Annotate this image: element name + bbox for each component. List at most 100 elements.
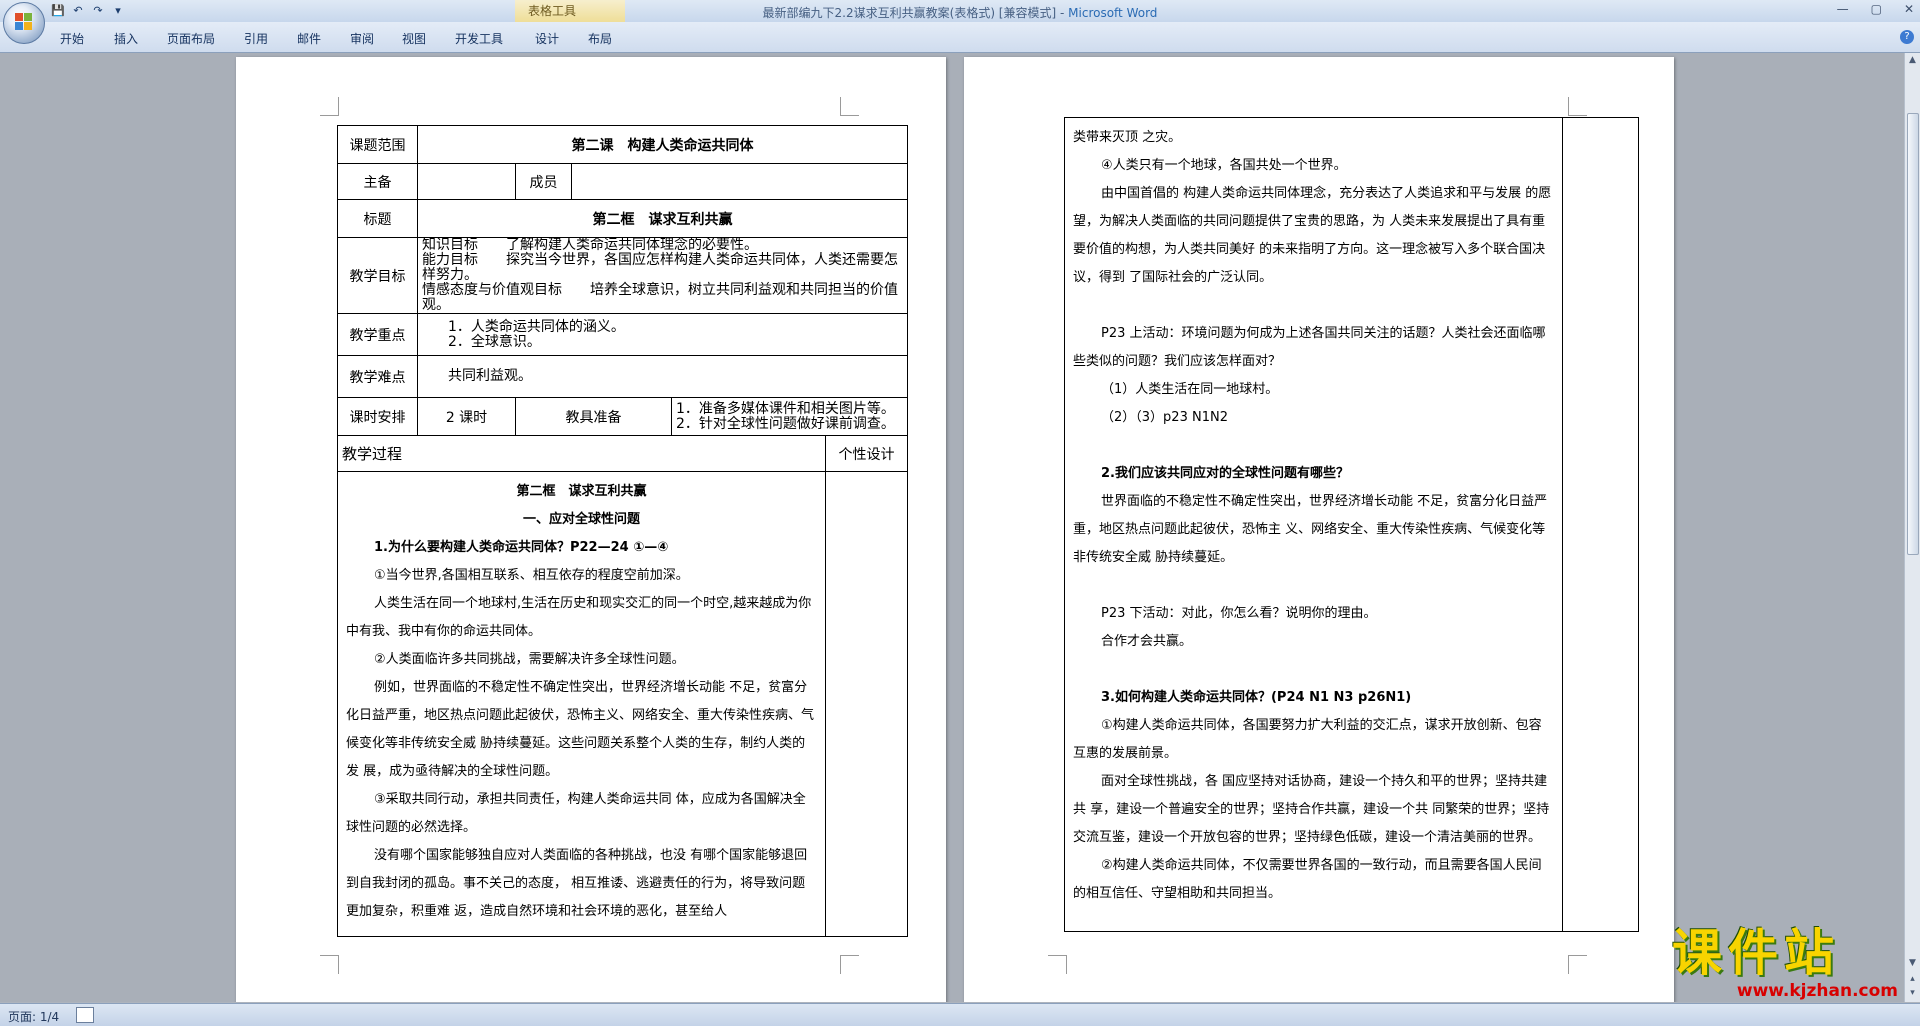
paragraph[interactable]: 类带来灭顶 之灾。 [1073, 124, 1554, 152]
title-bar: 💾 ↶ ↷ ▾ 最新部编九下2.2谋求互利共赢教案(表格式) [兼容模式] - … [0, 0, 1920, 22]
margin-mark [1568, 97, 1587, 116]
paragraph[interactable]: ①当今世界,各国相互联系、相互依存的程度空前加深。 [346, 562, 817, 590]
members-value[interactable] [570, 163, 909, 200]
process-body-continued: 类带来灭顶 之灾。 ④人类只有一个地球，各国共处一个世界。 由中国首倡的 构建人类命… [1071, 120, 1556, 908]
table-row: 教学目标 知识目标 了解构建人类命运共同体理念的必要性。 能力目标 探究当今世界… [337, 237, 909, 314]
objectives-label[interactable]: 教学目标 [337, 237, 418, 314]
lead-preparer-label[interactable]: 主备 [337, 163, 418, 200]
objective-knowledge: 知识目标 了解构建人类命运共同体理念的必要性。 [422, 237, 758, 253]
difficulty-label[interactable]: 教学难点 [337, 355, 418, 398]
paragraph[interactable]: 面对全球性挑战，各 国应坚持对话协商，建设一个持久和平的世界；坚持共建共 享，建… [1073, 768, 1554, 852]
table-row: 类带来灭顶 之灾。 ④人类只有一个地球，各国共处一个世界。 由中国首倡的 构建人类命… [1064, 117, 1639, 932]
paragraph[interactable]: P23 上活动：环境问题为何成为上述各国共同关注的话题？人类社会还面临哪些类似的… [1073, 320, 1554, 376]
next-page-icon[interactable]: ▾ [1905, 988, 1920, 1002]
paragraph[interactable]: 人类生活在同一个地球村,生活在历史和现实交汇的同一个时空,越来越成为你中有我、我… [346, 590, 817, 646]
proofing-status-icon[interactable] [76, 1007, 94, 1023]
key-point-2: 2．全球意识。 [448, 333, 541, 350]
table-row: 教学过程 个性设计 [337, 435, 909, 472]
paragraph[interactable]: ①构建人类命运共同体，各国要努力扩大利益的交汇点，谋求开放创新、包容互惠的发展前… [1073, 712, 1554, 768]
paragraph[interactable]: ③采取共同行动，承担共同责任，构建人类命运共同 体，应成为各国解决全球性问题的必… [346, 786, 817, 842]
paragraph[interactable]: 没有哪个国家能够独自应对人类面临的各种挑战，也没 有哪个国家能够退回到自我封闭的… [346, 842, 817, 926]
teaching-aids-label[interactable]: 教具准备 [515, 397, 672, 436]
paragraph[interactable]: 3.如何构建人类命运共同体？(P24 N1 N3 p26N1) [1073, 684, 1554, 712]
process-content[interactable]: 第二框 谋求互利共赢 一、应对全球性问题 1.为什么要构建人类命运共同体？P22—2… [337, 471, 826, 937]
help-icon[interactable]: ? [1900, 30, 1914, 44]
maximize-button[interactable]: ▢ [1871, 2, 1882, 16]
title-label[interactable]: 标题 [337, 199, 418, 238]
margin-mark [840, 955, 859, 974]
paragraph[interactable]: 1.为什么要构建人类命运共同体？P22—24 ①—④ [346, 534, 817, 562]
office-logo-icon [15, 13, 33, 31]
tab-developer[interactable]: 开发工具 [455, 30, 503, 47]
objectives-value[interactable]: 知识目标 了解构建人类命运共同体理念的必要性。 能力目标 探究当今世界，各国应怎… [416, 237, 909, 314]
paragraph[interactable]: （2）（3）p23 N1N2 [1073, 404, 1554, 432]
paragraph[interactable]: P23 下活动：对此，你怎么看？说明你的理由。 [1073, 600, 1554, 628]
members-label[interactable]: 成员 [515, 163, 572, 200]
tab-references[interactable]: 引用 [244, 30, 268, 47]
blank-paragraph[interactable] [1073, 432, 1554, 460]
tab-insert[interactable]: 插入 [114, 30, 138, 47]
document-workspace: 课题范围 第二课 构建人类命运共同体 主备 成员 标题 第二框 谋求互利共赢 教… [0, 53, 1905, 1002]
close-button[interactable]: ✕ [1904, 2, 1914, 16]
blank-paragraph[interactable] [1073, 292, 1554, 320]
document-name: 最新部编九下2.2谋求互利共赢教案(表格式) [兼容模式] [762, 6, 1057, 20]
blank-paragraph[interactable] [1073, 656, 1554, 684]
blank-paragraph[interactable] [1073, 572, 1554, 600]
lead-preparer-value[interactable] [417, 163, 516, 200]
process-content-continued[interactable]: 类带来灭顶 之灾。 ④人类只有一个地球，各国共处一个世界。 由中国首倡的 构建人类命… [1064, 117, 1563, 932]
paragraph[interactable]: 第二框 谋求互利共赢 [346, 478, 817, 506]
key-points-value[interactable]: 1．人类命运共同体的涵义。 2．全球意识。 [416, 313, 909, 356]
paragraph[interactable]: （1）人类生活在同一地球村。 [1073, 376, 1554, 404]
tab-view[interactable]: 视图 [402, 30, 426, 47]
key-points-label[interactable]: 教学重点 [337, 313, 418, 356]
personal-design-content-continued[interactable] [1562, 117, 1639, 932]
margin-mark [320, 97, 339, 116]
paragraph[interactable]: 一、应对全球性问题 [346, 506, 817, 534]
paragraph[interactable]: 例如，世界面临的不稳定性不确定性突出，世界经济增长动能 不足，贫富分化日益严重，… [346, 674, 817, 786]
schedule-value[interactable]: 2 课时 [417, 397, 516, 436]
paragraph[interactable]: ④人类只有一个地球，各国共处一个世界。 [1073, 152, 1554, 180]
paragraph[interactable]: 2.我们应该共同应对的全球性问题有哪些？ [1073, 460, 1554, 488]
process-label[interactable]: 教学过程 [337, 435, 826, 472]
process-body: 第二框 谋求互利共赢 一、应对全球性问题 1.为什么要构建人类命运共同体？P22—2… [344, 474, 819, 926]
teaching-aid-1: 1．准备多媒体课件和相关图片等。 [676, 400, 895, 417]
office-button[interactable] [3, 2, 45, 44]
previous-page-icon[interactable]: ▴ [1905, 974, 1920, 988]
ribbon-tab-bar: 开始 插入 页面布局 引用 邮件 审阅 视图 开发工具 设计 布局 ? [0, 22, 1920, 53]
app-name: Microsoft Word [1068, 6, 1158, 20]
paragraph[interactable]: ②构建人类命运共同体，不仅需要世界各国的一致行动，而且需要各国人民间的相互信任、… [1073, 852, 1554, 908]
table-row: 课时安排 2 课时 教具准备 1．准备多媒体课件和相关图片等。 2．针对全球性问… [337, 397, 909, 436]
paragraph[interactable]: 由中国首倡的 构建人类命运共同体理念，充分表达了人类追求和平与发展 的愿望，为解… [1073, 180, 1554, 292]
paragraph[interactable]: 世界面临的不稳定性不确定性突出，世界经济增长动能 不足，贫富分化日益严重，地区热… [1073, 488, 1554, 572]
scrollbar-thumb[interactable] [1907, 113, 1919, 555]
window-title: 最新部编九下2.2谋求互利共赢教案(表格式) [兼容模式] - Microsof… [762, 6, 1158, 20]
topic-value[interactable]: 第二课 构建人类命运共同体 [416, 125, 909, 164]
table-row: 课题范围 第二课 构建人类命运共同体 [337, 125, 909, 164]
personal-design-label[interactable]: 个性设计 [824, 435, 909, 472]
schedule-label[interactable]: 课时安排 [337, 397, 418, 436]
objective-attitude: 情感态度与价值观目标 培养全球意识，树立共同利益观和共同担当的价值观。 [422, 282, 898, 313]
tab-design[interactable]: 设计 [535, 30, 559, 47]
minimize-button[interactable]: — [1837, 2, 1849, 16]
teaching-aid-2: 2．针对全球性问题做好课前调查。 [676, 415, 895, 432]
tab-home[interactable]: 开始 [60, 30, 84, 47]
scroll-down-icon[interactable]: ▼ [1905, 958, 1920, 972]
vertical-scrollbar[interactable]: ▲ ▼ ▴ ▾ [1904, 53, 1920, 1002]
personal-design-content[interactable] [824, 471, 909, 937]
topic-label[interactable]: 课题范围 [337, 125, 418, 164]
difficulty-value[interactable]: 共同利益观。 [416, 355, 909, 398]
lesson-plan-table: 课题范围 第二课 构建人类命运共同体 主备 成员 标题 第二框 谋求互利共赢 教… [337, 125, 909, 937]
tab-layout[interactable]: 布局 [588, 30, 612, 47]
tab-page-layout[interactable]: 页面布局 [167, 30, 215, 47]
teaching-aids-value[interactable]: 1．准备多媒体课件和相关图片等。 2．针对全球性问题做好课前调查。 [670, 397, 909, 436]
paragraph[interactable]: 合作才会共赢。 [1073, 628, 1554, 656]
scroll-up-icon[interactable]: ▲ [1905, 55, 1920, 69]
tab-mailings[interactable]: 邮件 [297, 30, 321, 47]
table-row: 教学重点 1．人类命运共同体的涵义。 2．全球意识。 [337, 313, 909, 356]
tab-review[interactable]: 审阅 [350, 30, 374, 47]
page-indicator[interactable]: 页面: 1/4 [8, 1008, 59, 1025]
title-value[interactable]: 第二框 谋求互利共赢 [416, 199, 909, 238]
paragraph[interactable]: ②人类面临许多共同挑战，需要解决许多全球性问题。 [346, 646, 817, 674]
table-tools-label: 表格工具 [528, 4, 577, 18]
watermark-brand: 课件站 [1672, 924, 1840, 982]
